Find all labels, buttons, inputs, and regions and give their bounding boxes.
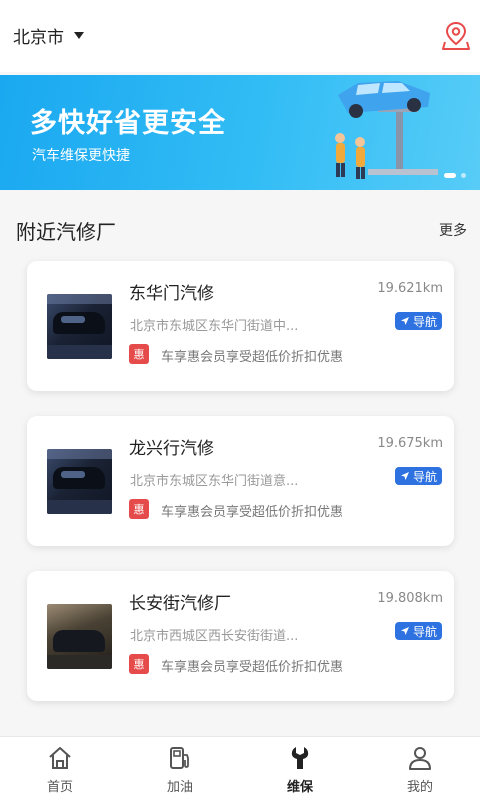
shop-card[interactable]: 东华门汽修 19.621km 北京市东城区东华门街道中... 导航 惠 车享惠会…	[27, 261, 454, 391]
shop-distance: 19.621km	[377, 281, 443, 296]
navigate-button[interactable]: 导航	[394, 312, 442, 330]
navigation-arrow-icon	[400, 472, 409, 480]
banner-subtitle: 汽车维保更快捷	[32, 148, 130, 164]
wrench-icon	[291, 747, 309, 769]
shop-address: 北京市西城区西长安街街道...	[130, 629, 299, 644]
navigate-label: 导航	[412, 469, 437, 484]
discount-badge: 惠	[129, 499, 149, 519]
promo-banner[interactable]: 多快好省更安全 汽车维保更快捷	[0, 75, 480, 190]
banner-pagination	[444, 173, 466, 178]
shop-photo	[47, 294, 112, 359]
shop-address: 北京市东城区东华门街道意...	[130, 474, 299, 489]
tab-profile[interactable]: 我的	[360, 737, 480, 801]
top-bar: 北京市	[0, 0, 480, 72]
tab-home[interactable]: 首页	[0, 737, 120, 801]
bottom-tab-bar: 首页 加油 维保 我的	[0, 736, 480, 801]
tab-label: 维保	[286, 780, 313, 795]
pagination-dot-active	[444, 173, 456, 178]
tab-label: 我的	[406, 780, 433, 795]
section-title: 附近汽修厂	[16, 220, 116, 244]
shop-distance: 19.808km	[377, 591, 443, 606]
car-lift-illustration	[335, 81, 438, 179]
caret-down-icon	[74, 31, 84, 39]
shop-name: 龙兴行汽修	[129, 439, 214, 459]
navigate-button[interactable]: 导航	[394, 467, 442, 485]
tab-fuel[interactable]: 加油	[120, 737, 240, 801]
navigate-button[interactable]: 导航	[394, 622, 442, 640]
nearby-shops-section: 附近汽修厂 更多 东华门汽修 19.621km 北京市东城区东华门街道中... …	[0, 190, 480, 735]
user-icon	[409, 747, 431, 770]
discount-badge: 惠	[129, 654, 149, 674]
shop-address: 北京市东城区东华门街道中...	[130, 319, 299, 334]
navigate-label: 导航	[412, 314, 437, 329]
tab-label: 加油	[166, 780, 193, 795]
promo-text: 车享惠会员享受超低价折扣优惠	[161, 660, 344, 675]
more-link[interactable]: 更多	[439, 220, 467, 240]
promo-text: 车享惠会员享受超低价折扣优惠	[161, 505, 344, 520]
shop-photo	[47, 604, 112, 669]
promo-text: 车享惠会员享受超低价折扣优惠	[161, 350, 344, 365]
fuel-icon	[170, 747, 189, 769]
shop-name: 东华门汽修	[129, 284, 214, 304]
pagination-dot	[461, 173, 466, 178]
shop-card[interactable]: 长安街汽修厂 19.808km 北京市西城区西长安街街道... 导航 惠 车享惠…	[27, 571, 454, 701]
navigate-label: 导航	[412, 624, 437, 639]
banner-title: 多快好省更安全	[30, 108, 226, 139]
home-icon	[49, 747, 71, 769]
city-selector[interactable]: 北京市	[13, 22, 84, 48]
shop-distance: 19.675km	[377, 436, 443, 451]
tab-label: 首页	[46, 780, 73, 795]
location-map-icon[interactable]	[440, 20, 472, 52]
navigation-arrow-icon	[400, 627, 409, 635]
navigation-arrow-icon	[400, 317, 409, 325]
city-label: 北京市	[13, 27, 64, 48]
shop-card[interactable]: 龙兴行汽修 19.675km 北京市东城区东华门街道意... 导航 惠 车享惠会…	[27, 416, 454, 546]
shop-photo	[47, 449, 112, 514]
shop-name: 长安街汽修厂	[129, 594, 231, 614]
tab-maintenance[interactable]: 维保	[240, 737, 360, 801]
discount-badge: 惠	[129, 344, 149, 364]
